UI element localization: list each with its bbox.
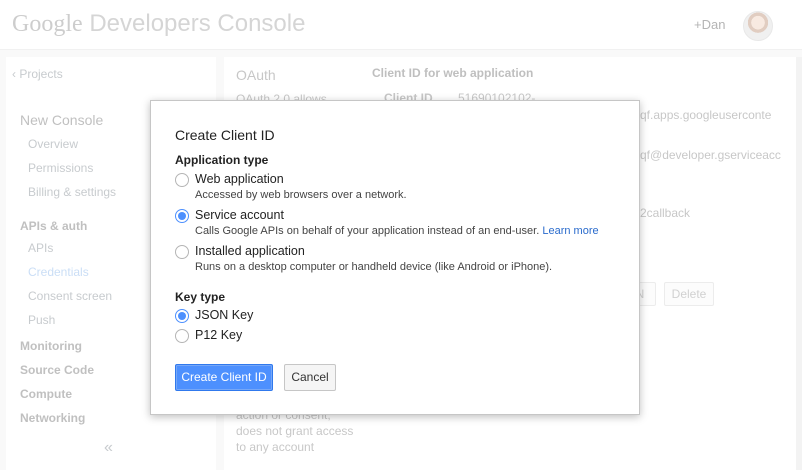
p12-key-label[interactable]: P12 Key (195, 328, 242, 342)
service-account-desc: Calls Google APIs on behalf of your appl… (195, 225, 599, 237)
json-key-label[interactable]: JSON Key (195, 308, 253, 322)
service-account-label[interactable]: Service account (195, 208, 284, 222)
installed-application-desc: Runs on a desktop computer or handheld d… (195, 261, 553, 273)
radio-service-account[interactable] (175, 209, 189, 223)
application-type-label: Application type (175, 153, 269, 167)
create-client-id-dialog: Create Client ID Application type Web ap… (150, 100, 640, 415)
radio-web-application[interactable] (175, 173, 189, 187)
web-application-desc: Accessed by web browsers over a network. (195, 189, 407, 201)
radio-p12-key[interactable] (175, 329, 189, 343)
create-client-id-button[interactable]: Create Client ID (175, 364, 273, 391)
key-type-label: Key type (175, 290, 226, 304)
service-account-desc-text: Calls Google APIs on behalf of your appl… (195, 225, 540, 237)
radio-json-key[interactable] (175, 309, 189, 323)
cancel-button[interactable]: Cancel (284, 364, 336, 391)
dialog-title: Create Client ID (175, 127, 275, 143)
learn-more-link[interactable]: Learn more (542, 225, 598, 237)
radio-installed-application[interactable] (175, 245, 189, 259)
installed-application-label[interactable]: Installed application (195, 244, 305, 258)
web-application-label[interactable]: Web application (195, 172, 284, 186)
